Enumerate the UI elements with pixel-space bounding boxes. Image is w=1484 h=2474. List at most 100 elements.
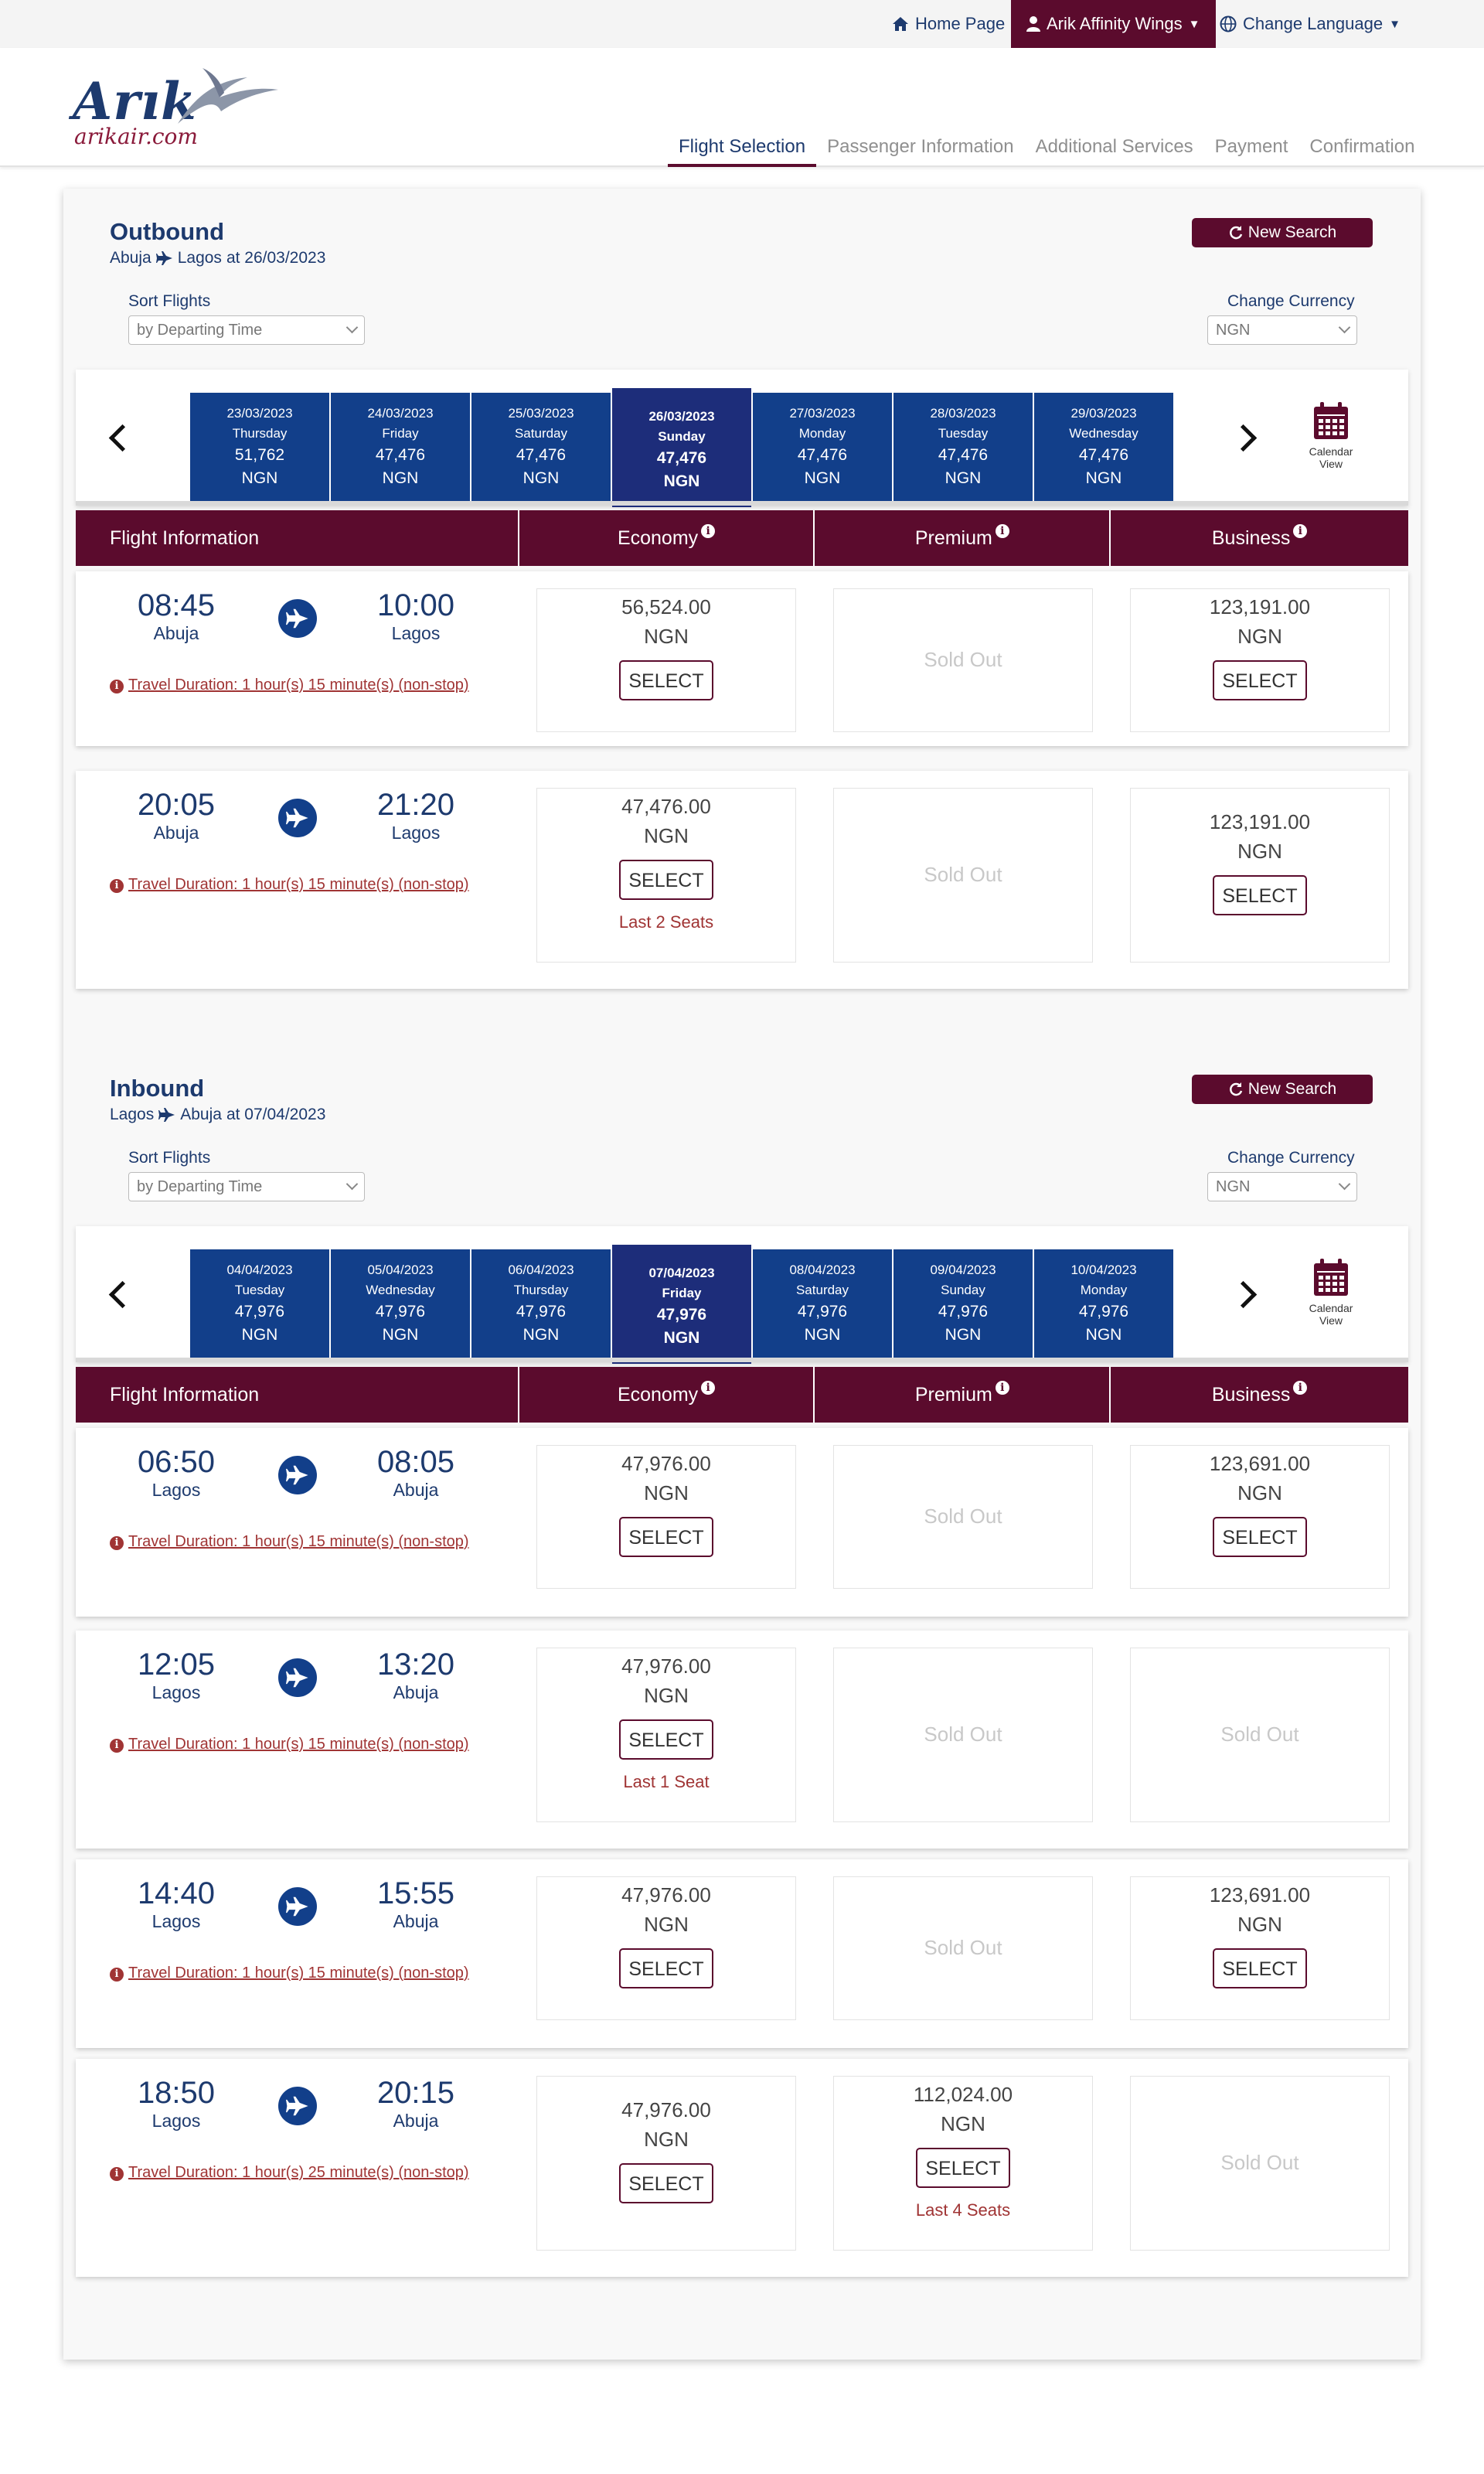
change-language-menu[interactable]: Change Language ▼ bbox=[1220, 0, 1401, 48]
date-tile-currency: NGN bbox=[522, 1326, 560, 1344]
calendar-view-button[interactable]: Calendar View bbox=[1300, 402, 1362, 470]
premium-info-icon[interactable]: i bbox=[995, 524, 1009, 538]
affinity-wings-menu[interactable]: Arik Affinity Wings ▼ bbox=[1011, 0, 1216, 48]
step-flight-selection[interactable]: Flight Selection bbox=[668, 136, 817, 167]
date-tile[interactable]: 06/04/2023 Thursday 47,976 NGN bbox=[471, 1249, 611, 1359]
travel-duration-link[interactable]: Travel Duration: 1 hour(s) 15 minute(s) … bbox=[128, 1965, 469, 1982]
arrival-city: Abuja bbox=[393, 1911, 439, 1931]
route-date: at 26/03/2023 bbox=[226, 249, 326, 267]
economy-header: Economy i bbox=[519, 510, 815, 566]
date-tile[interactable]: 07/04/2023 Friday 47,976 NGN bbox=[612, 1245, 751, 1364]
previous-dates-arrow-icon[interactable] bbox=[108, 1280, 137, 1309]
fare-currency: NGN bbox=[644, 824, 689, 847]
date-tile[interactable]: 28/03/2023 Tuesday 47,476 NGN bbox=[893, 393, 1033, 503]
premium-info-icon[interactable]: i bbox=[995, 1381, 1009, 1395]
step-confirmation[interactable]: Confirmation bbox=[1298, 136, 1425, 167]
step-passenger-information[interactable]: Passenger Information bbox=[816, 136, 1024, 167]
travel-duration: i Travel Duration: 1 hour(s) 15 minute(s)… bbox=[110, 1733, 481, 1756]
date-tile-date: 29/03/2023 bbox=[1070, 406, 1137, 421]
economy-info-icon[interactable]: i bbox=[701, 1381, 716, 1395]
select-fare-button[interactable]: SELECT bbox=[1213, 660, 1307, 700]
arrival-time: 21:20 bbox=[376, 788, 455, 822]
arrival-time: 15:55 bbox=[376, 1876, 455, 1910]
date-tile[interactable]: 26/03/2023 Sunday 47,476 NGN bbox=[612, 388, 751, 507]
premium-fare-cell: Sold Out bbox=[833, 588, 1093, 732]
fare-currency: NGN bbox=[1237, 625, 1282, 648]
step-payment[interactable]: Payment bbox=[1204, 136, 1299, 167]
date-tile-weekday: Saturday bbox=[795, 1283, 849, 1297]
arrival-block: 13:20 Abuja bbox=[354, 1648, 478, 1703]
date-tile-price: 47,976 bbox=[797, 1303, 848, 1320]
travel-duration-link[interactable]: Travel Duration: 1 hour(s) 15 minute(s) … bbox=[128, 1533, 469, 1550]
travel-duration-link[interactable]: Travel Duration: 1 hour(s) 15 minute(s) … bbox=[128, 1736, 469, 1753]
flight-information-header: Flight Information bbox=[76, 510, 519, 566]
departure-city: Abuja bbox=[153, 623, 199, 643]
date-tile[interactable]: 24/03/2023 Friday 47,476 NGN bbox=[331, 393, 470, 503]
home-page-link[interactable]: Home Page bbox=[892, 0, 1005, 48]
fare-price: 56,524.00 bbox=[621, 595, 711, 618]
select-fare-button[interactable]: SELECT bbox=[1213, 875, 1307, 915]
date-tile[interactable]: 23/03/2023 Thursday 51,762 NGN bbox=[190, 393, 329, 503]
date-tile[interactable]: 27/03/2023 Monday 47,476 NGN bbox=[753, 393, 892, 503]
date-tile[interactable]: 08/04/2023 Saturday 47,976 NGN bbox=[753, 1249, 892, 1359]
calendar-icon bbox=[1314, 1259, 1348, 1296]
economy-info-icon[interactable]: i bbox=[701, 524, 716, 538]
business-header: Business i bbox=[1111, 1367, 1408, 1423]
new-search-button[interactable]: New Search bbox=[1192, 218, 1373, 247]
select-fare-button[interactable]: SELECT bbox=[1213, 1517, 1307, 1557]
airplane-icon bbox=[278, 1456, 317, 1494]
currency-select[interactable]: NGN bbox=[1207, 315, 1357, 345]
fare-currency: NGN bbox=[1237, 1481, 1282, 1505]
date-tile[interactable]: 04/04/2023 Tuesday 47,976 NGN bbox=[190, 1249, 329, 1359]
select-fare-button[interactable]: SELECT bbox=[619, 660, 713, 700]
departure-city: Lagos bbox=[151, 1682, 201, 1702]
flight-card: 08:45 Abuja 10:00 Lagos i Travel Duration… bbox=[76, 571, 1408, 746]
fare-price: 123,691.00 bbox=[1209, 1452, 1311, 1475]
select-fare-button[interactable]: SELECT bbox=[619, 1517, 713, 1557]
new-search-button[interactable]: New Search bbox=[1192, 1075, 1373, 1104]
calendar-view-label: Calendar View bbox=[1309, 445, 1353, 470]
select-fare-button[interactable]: SELECT bbox=[1213, 1948, 1307, 1988]
date-tile-currency: NGN bbox=[804, 1326, 841, 1344]
arrival-block: 08:05 Abuja bbox=[354, 1445, 478, 1501]
premium-label: Premium bbox=[914, 526, 992, 549]
step-additional-services[interactable]: Additional Services bbox=[1025, 136, 1204, 167]
travel-duration-link[interactable]: Travel Duration: 1 hour(s) 25 minute(s) … bbox=[128, 2164, 469, 2181]
arik-logo[interactable]: Arık arikair.com bbox=[73, 66, 281, 149]
travel-duration-link[interactable]: Travel Duration: 1 hour(s) 15 minute(s) … bbox=[128, 676, 469, 693]
select-fare-button[interactable]: SELECT bbox=[619, 860, 713, 900]
date-tiles: 23/03/2023 Thursday 51,762 NGN 24/03/202… bbox=[190, 388, 1175, 507]
travel-duration: i Travel Duration: 1 hour(s) 15 minute(s)… bbox=[110, 673, 481, 697]
date-tile-date: 27/03/2023 bbox=[789, 406, 856, 421]
date-tile[interactable]: 05/04/2023 Wednesday 47,976 NGN bbox=[331, 1249, 470, 1359]
business-info-icon[interactable]: i bbox=[1293, 1381, 1308, 1395]
date-tile-weekday: Friday bbox=[662, 1286, 702, 1300]
date-tile[interactable]: 09/04/2023 Sunday 47,976 NGN bbox=[893, 1249, 1033, 1359]
next-dates-arrow-icon[interactable] bbox=[1229, 424, 1258, 452]
select-fare-button[interactable]: SELECT bbox=[619, 1948, 713, 1988]
date-tile[interactable]: 29/03/2023 Wednesday 47,476 NGN bbox=[1034, 393, 1173, 503]
date-tile-currency: NGN bbox=[382, 469, 419, 487]
business-info-icon[interactable]: i bbox=[1293, 524, 1308, 538]
sort-flights-select[interactable]: by Departing Time bbox=[128, 315, 365, 345]
travel-duration-link[interactable]: Travel Duration: 1 hour(s) 15 minute(s) … bbox=[128, 876, 469, 893]
currency-select[interactable]: NGN bbox=[1207, 1172, 1357, 1201]
sold-out-label: Sold Out bbox=[924, 1723, 1002, 1746]
select-fare-button[interactable]: SELECT bbox=[619, 2163, 713, 2203]
date-tile[interactable]: 10/04/2023 Monday 47,976 NGN bbox=[1034, 1249, 1173, 1359]
premium-fare-cell: Sold Out bbox=[833, 788, 1093, 963]
sort-flights-label: Sort Flights bbox=[128, 1149, 211, 1167]
select-fare-button[interactable]: SELECT bbox=[619, 1719, 713, 1760]
calendar-view-button[interactable]: Calendar View bbox=[1300, 1259, 1362, 1327]
previous-dates-arrow-icon[interactable] bbox=[108, 424, 137, 452]
date-tile[interactable]: 25/03/2023 Saturday 47,476 NGN bbox=[471, 393, 611, 503]
flight-card: 12:05 Lagos 13:20 Abuja i Travel Duration… bbox=[76, 1631, 1408, 1849]
select-fare-button[interactable]: SELECT bbox=[916, 2148, 1010, 2188]
sort-flights-select[interactable]: by Departing Time bbox=[128, 1172, 365, 1201]
date-strip-divider bbox=[76, 1358, 1408, 1362]
flight-card: 20:05 Abuja 21:20 Lagos i Travel Duration… bbox=[76, 771, 1408, 989]
next-dates-arrow-icon[interactable] bbox=[1229, 1280, 1258, 1309]
flight-information-label: Flight Information bbox=[110, 1383, 260, 1406]
sort-flights-label: Sort Flights bbox=[128, 292, 211, 310]
departure-block: 08:45 Abuja bbox=[114, 588, 238, 644]
